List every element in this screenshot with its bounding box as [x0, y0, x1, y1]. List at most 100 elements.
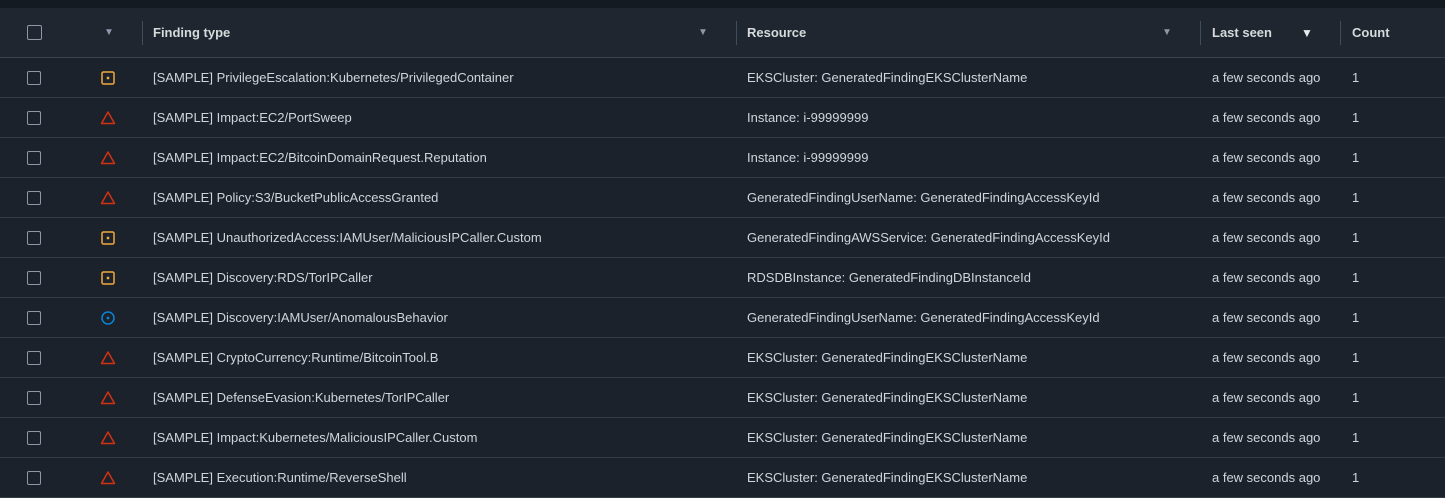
row-checkbox[interactable] [27, 350, 41, 365]
select-all-cell [27, 8, 47, 57]
count-text: 1 [1352, 470, 1360, 485]
column-divider[interactable] [1340, 21, 1341, 45]
row-checkbox[interactable] [27, 110, 41, 125]
last-seen-text: a few seconds ago [1212, 110, 1321, 125]
severity-sort-icon[interactable]: ▼ [104, 8, 114, 57]
resource-text: EKSCluster: GeneratedFindingEKSClusterNa… [747, 430, 1028, 445]
table-row[interactable]: [SAMPLE] Discovery:RDS/TorIPCaller RDSDB… [0, 258, 1445, 298]
table-row[interactable]: [SAMPLE] Policy:S3/BucketPublicAccessGra… [0, 178, 1445, 218]
table-row[interactable]: [SAMPLE] Discovery:IAMUser/AnomalousBeha… [0, 298, 1445, 338]
count-text: 1 [1352, 150, 1360, 165]
row-checkbox[interactable] [27, 470, 41, 485]
finding-type-cell[interactable]: [SAMPLE] Policy:S3/BucketPublicAccessGra… [153, 178, 723, 217]
last-seen-text: a few seconds ago [1212, 70, 1321, 85]
count-cell: 1 [1352, 258, 1432, 297]
finding-type-cell[interactable]: [SAMPLE] DefenseEvasion:Kubernetes/TorIP… [153, 378, 723, 417]
severity-high-icon [100, 150, 116, 164]
severity-cell [100, 218, 122, 257]
last-seen-cell: a few seconds ago [1212, 418, 1332, 457]
last-seen-sort-icon[interactable]: ▼ [1301, 8, 1313, 57]
table-header: ▼ Finding type ▼ Resource ▼ Last seen ▼ … [0, 8, 1445, 58]
row-checkbox[interactable] [27, 190, 41, 205]
table-row[interactable]: [SAMPLE] PrivilegeEscalation:Kubernetes/… [0, 58, 1445, 98]
resource-text: GeneratedFindingUserName: GeneratedFindi… [747, 310, 1100, 325]
last-seen-text: a few seconds ago [1212, 270, 1321, 285]
table-row[interactable]: [SAMPLE] Impact:EC2/BitcoinDomainRequest… [0, 138, 1445, 178]
resource-cell: GeneratedFindingUserName: GeneratedFindi… [747, 178, 1187, 217]
last-seen-text: a few seconds ago [1212, 310, 1321, 325]
finding-type-cell[interactable]: [SAMPLE] Discovery:RDS/TorIPCaller [153, 258, 723, 297]
column-divider[interactable] [736, 21, 737, 45]
finding-type-cell[interactable]: [SAMPLE] UnauthorizedAccess:IAMUser/Mali… [153, 218, 723, 257]
finding-type-cell[interactable]: [SAMPLE] Impact:EC2/BitcoinDomainRequest… [153, 138, 723, 177]
resource-cell: Instance: i-99999999 [747, 98, 1187, 137]
finding-type-text: [SAMPLE] UnauthorizedAccess:IAMUser/Mali… [153, 230, 542, 245]
last-seen-text: a few seconds ago [1212, 190, 1321, 205]
column-divider[interactable] [1200, 21, 1201, 45]
last-seen-cell: a few seconds ago [1212, 458, 1332, 497]
resource-cell: EKSCluster: GeneratedFindingEKSClusterNa… [747, 418, 1187, 457]
column-header-count[interactable]: Count [1352, 8, 1432, 57]
resource-filter-icon[interactable]: ▼ [1162, 8, 1172, 57]
table-row[interactable]: [SAMPLE] UnauthorizedAccess:IAMUser/Mali… [0, 218, 1445, 258]
select-all-checkbox[interactable] [27, 25, 42, 40]
severity-medium-icon [101, 270, 115, 285]
row-checkbox[interactable] [27, 70, 41, 85]
table-row[interactable]: [SAMPLE] Impact:EC2/PortSweep Instance: … [0, 98, 1445, 138]
finding-type-text: [SAMPLE] Impact:EC2/PortSweep [153, 110, 352, 125]
column-header-resource[interactable]: Resource [747, 8, 1187, 57]
row-checkbox[interactable] [27, 390, 41, 405]
row-checkbox[interactable] [27, 150, 41, 165]
resource-cell: GeneratedFindingUserName: GeneratedFindi… [747, 298, 1187, 337]
last-seen-cell: a few seconds ago [1212, 378, 1332, 417]
finding-type-cell[interactable]: [SAMPLE] Impact:Kubernetes/MaliciousIPCa… [153, 418, 723, 457]
row-select-cell [27, 138, 47, 177]
finding-type-cell[interactable]: [SAMPLE] CryptoCurrency:Runtime/BitcoinT… [153, 338, 723, 377]
row-checkbox[interactable] [27, 230, 41, 245]
table-row[interactable]: [SAMPLE] Impact:Kubernetes/MaliciousIPCa… [0, 418, 1445, 458]
count-cell: 1 [1352, 418, 1432, 457]
resource-text: GeneratedFindingUserName: GeneratedFindi… [747, 190, 1100, 205]
row-select-cell [27, 258, 47, 297]
count-text: 1 [1352, 70, 1360, 85]
count-text: 1 [1352, 310, 1360, 325]
severity-cell [100, 258, 122, 297]
column-header-finding-type[interactable]: Finding type [153, 8, 723, 57]
severity-high-icon [100, 470, 116, 484]
finding-type-cell[interactable]: [SAMPLE] PrivilegeEscalation:Kubernetes/… [153, 58, 723, 97]
last-seen-cell: a few seconds ago [1212, 298, 1332, 337]
finding-type-cell[interactable]: [SAMPLE] Impact:EC2/PortSweep [153, 98, 723, 137]
count-cell: 1 [1352, 218, 1432, 257]
resource-text: Instance: i-99999999 [747, 110, 869, 125]
finding-type-text: [SAMPLE] Policy:S3/BucketPublicAccessGra… [153, 190, 439, 205]
last-seen-header-label: Last seen [1212, 25, 1272, 40]
row-select-cell [27, 58, 47, 97]
severity-cell [100, 338, 122, 377]
column-divider[interactable] [142, 21, 143, 45]
finding-type-cell[interactable]: [SAMPLE] Discovery:IAMUser/AnomalousBeha… [153, 298, 723, 337]
severity-high-icon [100, 110, 116, 124]
row-checkbox[interactable] [27, 270, 41, 285]
severity-medium-icon [101, 230, 115, 245]
finding-type-cell[interactable]: [SAMPLE] Execution:Runtime/ReverseShell [153, 458, 723, 497]
count-cell: 1 [1352, 298, 1432, 337]
finding-type-text: [SAMPLE] Execution:Runtime/ReverseShell [153, 470, 407, 485]
row-checkbox[interactable] [27, 310, 41, 325]
row-select-cell [27, 218, 47, 257]
resource-cell: GeneratedFindingAWSService: GeneratedFin… [747, 218, 1187, 257]
resource-text: EKSCluster: GeneratedFindingEKSClusterNa… [747, 350, 1028, 365]
table-row[interactable]: [SAMPLE] Execution:Runtime/ReverseShell … [0, 458, 1445, 498]
finding-type-text: [SAMPLE] DefenseEvasion:Kubernetes/TorIP… [153, 390, 450, 405]
resource-cell: EKSCluster: GeneratedFindingEKSClusterNa… [747, 378, 1187, 417]
finding-type-filter-icon[interactable]: ▼ [698, 8, 708, 57]
severity-cell [100, 298, 122, 337]
resource-text: EKSCluster: GeneratedFindingEKSClusterNa… [747, 470, 1028, 485]
column-header-last-seen[interactable]: Last seen [1212, 8, 1332, 57]
row-checkbox[interactable] [27, 430, 41, 445]
table-row[interactable]: [SAMPLE] DefenseEvasion:Kubernetes/TorIP… [0, 378, 1445, 418]
severity-cell [100, 98, 122, 137]
table-row[interactable]: [SAMPLE] CryptoCurrency:Runtime/BitcoinT… [0, 338, 1445, 378]
count-cell: 1 [1352, 458, 1432, 497]
findings-table: ▼ Finding type ▼ Resource ▼ Last seen ▼ … [0, 8, 1445, 498]
count-cell: 1 [1352, 138, 1432, 177]
